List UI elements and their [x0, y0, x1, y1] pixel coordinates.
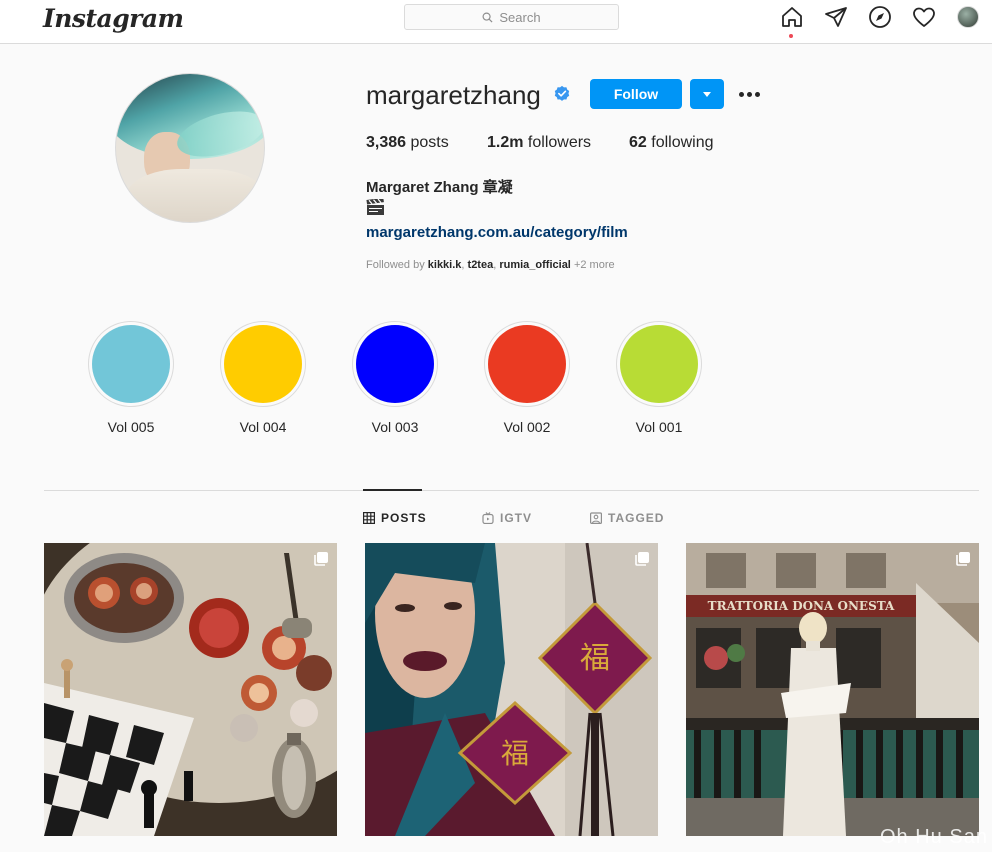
- explore-icon[interactable]: [868, 5, 892, 29]
- highlight-cover: [92, 325, 170, 403]
- home-icon[interactable]: [780, 5, 804, 29]
- nav-icons: [0, 5, 992, 31]
- profile-picture[interactable]: [115, 73, 265, 223]
- multiple-photos-icon: [635, 552, 649, 566]
- multiple-photos-icon: [314, 552, 328, 566]
- highlight-label: Vol 003: [371, 419, 419, 435]
- svg-text:TRATTORIA DONA ONESTA: TRATTORIA DONA ONESTA: [708, 599, 895, 613]
- highlight-label: Vol 002: [503, 419, 551, 435]
- post-image: [44, 543, 337, 836]
- svg-text:福: 福: [501, 737, 529, 770]
- followed-by[interactable]: Followed by kikki.k, t2tea, rumia_offici…: [366, 259, 615, 271]
- highlight-vol-003[interactable]: Vol 003: [352, 321, 438, 435]
- tabs-divider: [44, 490, 979, 491]
- username: margaretzhang: [366, 80, 541, 110]
- website-link[interactable]: margaretzhang.com.au/category/film: [366, 224, 628, 241]
- active-tab-indicator: [363, 489, 422, 491]
- svg-text:福: 福: [580, 641, 610, 676]
- post-thumbnail[interactable]: TRATTORIA DONA ONESTA: [686, 543, 979, 836]
- highlight-label: Vol 005: [107, 419, 155, 435]
- verified-badge-icon: [554, 85, 570, 101]
- igtv-icon: [482, 512, 494, 524]
- highlight-cover: [224, 325, 302, 403]
- grid-icon: [363, 512, 375, 524]
- activity-heart-icon[interactable]: [912, 5, 936, 29]
- followers-stat[interactable]: 1.2m followers: [487, 134, 591, 152]
- highlight-cover: [356, 325, 434, 403]
- following-stat[interactable]: 62 following: [629, 134, 714, 152]
- watermark: Oh Hu San: [880, 826, 988, 848]
- multiple-photos-icon: [956, 552, 970, 566]
- full-name: Margaret Zhang 章凝: [366, 179, 513, 196]
- clapper-board-icon: [366, 199, 384, 215]
- highlight-label: Vol 004: [239, 419, 287, 435]
- post-thumbnail[interactable]: 福 福: [365, 543, 658, 836]
- more-options-icon[interactable]: [737, 82, 761, 106]
- tagged-icon: [590, 512, 602, 524]
- direct-icon[interactable]: [824, 5, 848, 29]
- highlight-cover: [620, 325, 698, 403]
- tab-tagged[interactable]: TAGGED: [590, 510, 664, 526]
- profile-avatar[interactable]: [957, 6, 979, 28]
- highlight-vol-004[interactable]: Vol 004: [220, 321, 306, 435]
- follow-button[interactable]: Follow: [590, 79, 682, 109]
- tab-posts[interactable]: POSTS: [363, 510, 427, 526]
- post-image: 福 福: [365, 543, 658, 836]
- highlight-vol-002[interactable]: Vol 002: [484, 321, 570, 435]
- tab-igtv[interactable]: IGTV: [482, 510, 532, 526]
- highlight-label: Vol 001: [635, 419, 683, 435]
- top-navigation: Instagram Search: [0, 0, 992, 44]
- notification-dot: [789, 34, 793, 38]
- suggested-dropdown-button[interactable]: [690, 79, 724, 109]
- posts-stat: 3,386 posts: [366, 134, 449, 151]
- chevron-down-icon: [703, 91, 711, 97]
- post-thumbnail[interactable]: [44, 543, 337, 836]
- highlight-cover: [488, 325, 566, 403]
- highlight-vol-005[interactable]: Vol 005: [88, 321, 174, 435]
- post-image: TRATTORIA DONA ONESTA: [686, 543, 979, 836]
- highlight-vol-001[interactable]: Vol 001: [616, 321, 702, 435]
